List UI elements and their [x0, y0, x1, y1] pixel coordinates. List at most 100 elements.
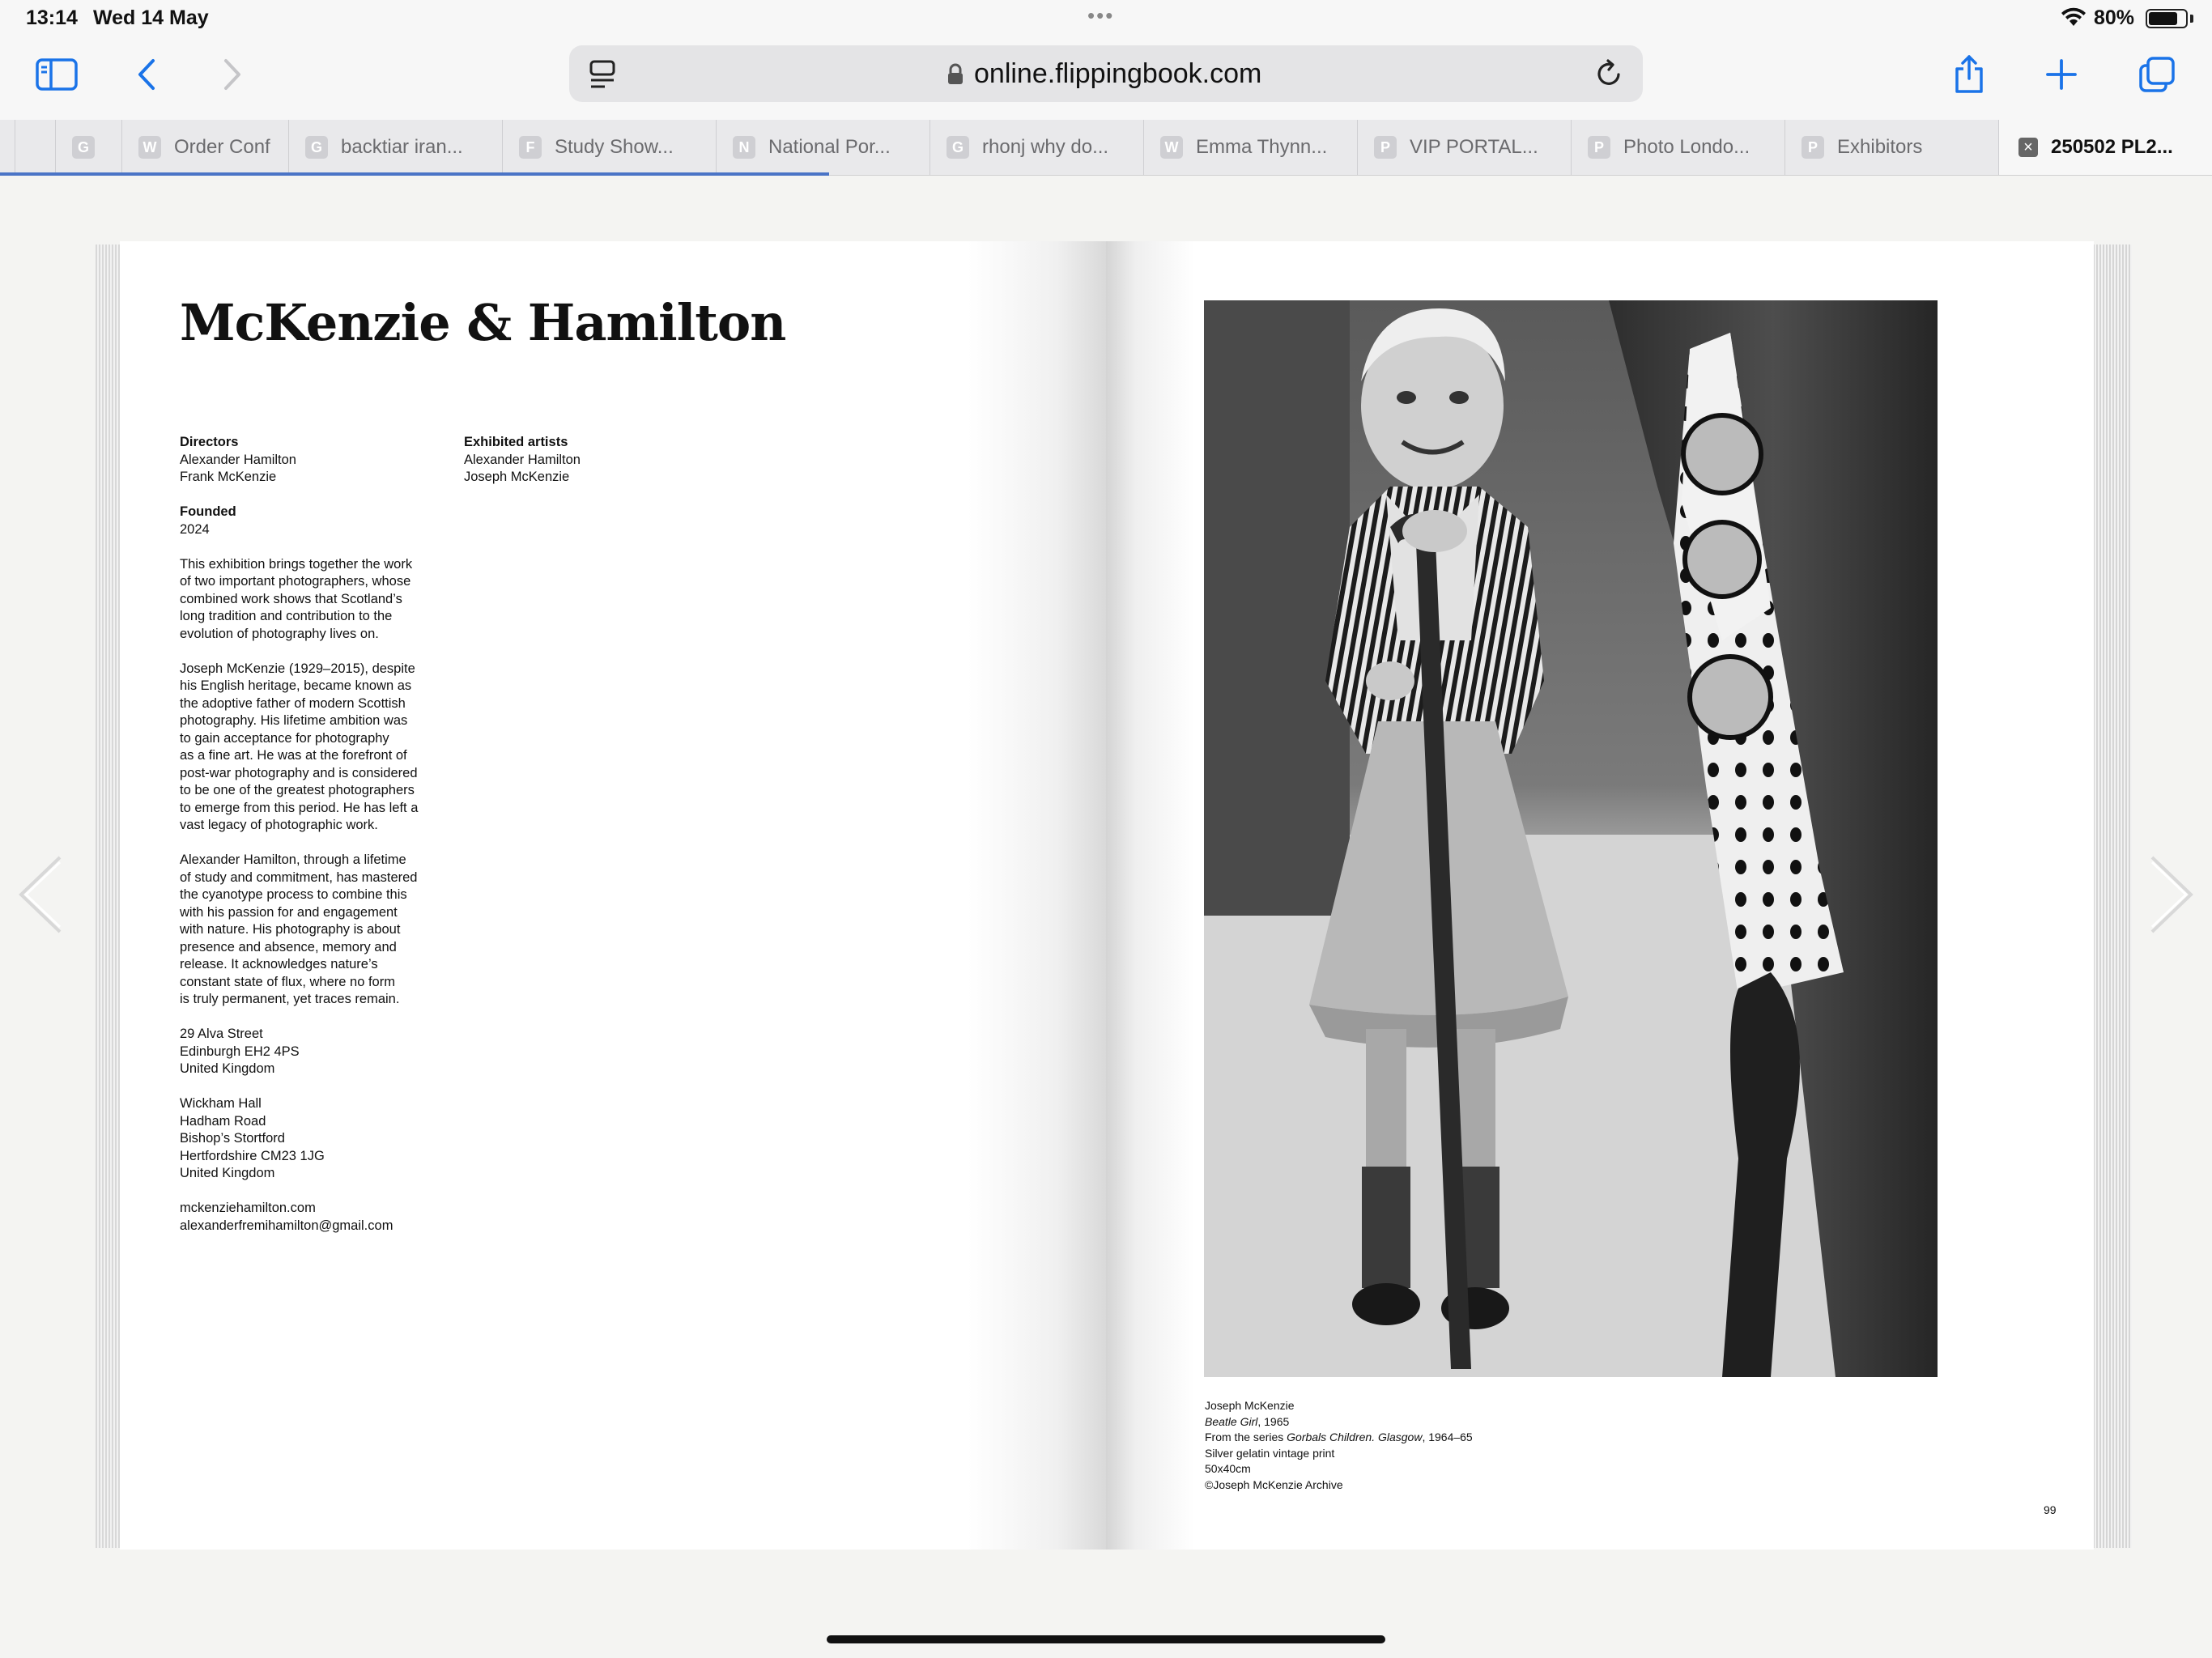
tab-favicon: W — [138, 136, 161, 159]
caption-title-line: Beatle Girl, 1965 — [1205, 1414, 1473, 1431]
text-line: Bishop’s Stortford — [180, 1131, 285, 1146]
text-line: his English heritage, became known as — [180, 678, 412, 693]
caption-series-prefix: From the series — [1205, 1431, 1287, 1443]
tab-label: Study Show... — [555, 136, 674, 158]
battery-level — [2149, 12, 2177, 25]
photograph-beatle-girl — [1204, 300, 1938, 1377]
text-line: evolution of photography lives on. — [180, 626, 379, 641]
page-menu-icon[interactable] — [589, 60, 616, 91]
artists-heading: Exhibited artists — [464, 435, 568, 449]
text-line: Alexander Hamilton, through a lifetime — [180, 852, 406, 867]
text-line: release. It acknowledges nature’s — [180, 957, 378, 971]
tab-label: VIP PORTAL... — [1410, 136, 1538, 158]
address-bar[interactable]: online.flippingbook.com — [569, 45, 1643, 102]
tab-11-active[interactable]: × 250502 PL2... — [1998, 120, 2212, 175]
caption-series-line: From the series Gorbals Children. Glasgo… — [1205, 1430, 1473, 1446]
tab-4[interactable]: F Study Show... — [502, 120, 716, 175]
text-line: presence and absence, memory and — [180, 939, 397, 954]
text-line: Hertfordshire CM23 1JG — [180, 1148, 325, 1163]
text-line: constant state of flux, where no form — [180, 974, 395, 989]
status-bar: 13:14 Wed 14 May ••• 80% — [0, 0, 2212, 39]
tab-label: National Por... — [768, 136, 891, 158]
founded-heading: Founded — [180, 504, 236, 519]
tab-overview-icon[interactable] — [2138, 55, 2176, 94]
book-page-stack-left — [96, 244, 121, 1548]
founded-year: 2024 — [180, 521, 210, 537]
tab-favicon: P — [1374, 136, 1397, 159]
text-line: long tradition and contribution to the — [180, 609, 393, 623]
text-line: as a fine art. He was at the forefront o… — [180, 748, 407, 763]
directors-heading: Directors — [180, 435, 239, 449]
url-text[interactable]: online.flippingbook.com — [974, 58, 1261, 90]
director-name: Alexander Hamilton — [180, 452, 296, 467]
tab-label: 250502 PL2... — [2051, 136, 2173, 158]
caption-credit: ©Joseph McKenzie Archive — [1205, 1477, 1343, 1491]
browser-toolbar: online.flippingbook.com — [0, 39, 2212, 120]
tab-0[interactable] — [15, 120, 55, 175]
text-line: post-war photography and is considered — [180, 765, 418, 780]
page-load-progress — [0, 172, 829, 176]
new-tab-icon[interactable] — [2044, 57, 2079, 92]
page-title: McKenzie & Hamilton — [180, 293, 786, 352]
lock-icon — [948, 63, 963, 84]
next-page-icon[interactable] — [2147, 854, 2196, 935]
battery-percent: 80% — [2094, 6, 2135, 29]
multitasking-dots-icon[interactable]: ••• — [1087, 3, 1114, 28]
previous-page-icon[interactable] — [16, 854, 65, 935]
tab-favicon: G — [305, 136, 328, 159]
home-indicator[interactable] — [827, 1635, 1385, 1643]
photo-caption: Joseph McKenzie Beatle Girl, 1965 From t… — [1205, 1398, 1473, 1493]
tab-7[interactable]: W Emma Thynn... — [1143, 120, 1357, 175]
website-link[interactable]: mckenziehamilton.com — [180, 1200, 447, 1218]
address-edinburgh: 29 Alva Street Edinburgh EH2 4PS United … — [180, 1026, 447, 1078]
text-line: vast legacy of photographic work. — [180, 818, 378, 832]
tab-8[interactable]: P VIP PORTAL... — [1357, 120, 1571, 175]
tab-9[interactable]: P Photo Londo... — [1571, 120, 1784, 175]
tab-2[interactable]: W Order Conf — [121, 120, 288, 175]
tab-3[interactable]: G backtiar iran... — [288, 120, 502, 175]
text-line: the adoptive father of modern Scottish — [180, 695, 406, 711]
caption-series-year: , 1964–65 — [1422, 1431, 1473, 1443]
tab-favicon: N — [733, 136, 755, 159]
caption-size: 50x40cm — [1205, 1462, 1251, 1475]
text-line: to be one of the greatest photographers — [180, 783, 415, 797]
tab-label: backtiar iran... — [341, 136, 463, 158]
artists-column: Exhibited artists Alexander Hamilton Jos… — [464, 434, 674, 487]
tab-6[interactable]: G rhonj why do... — [929, 120, 1143, 175]
tab-label: rhonj why do... — [982, 136, 1109, 158]
tab-10[interactable]: P Exhibitors — [1784, 120, 1998, 175]
text-line: to emerge from this period. He has left … — [180, 800, 419, 815]
tab-1[interactable]: G — [55, 120, 121, 175]
text-line: with nature. His photography is about — [180, 922, 401, 937]
tab-label: Photo Londo... — [1623, 136, 1750, 158]
page-number: 99 — [2044, 1503, 2057, 1516]
share-icon[interactable] — [1951, 53, 1987, 96]
tab-5[interactable]: N National Por... — [716, 120, 929, 175]
text-line: with his passion for and engagement — [180, 904, 398, 920]
text-line: Hadham Road — [180, 1113, 266, 1129]
reload-icon[interactable] — [1594, 58, 1623, 89]
battery-nub — [2190, 15, 2193, 23]
caption-work-year: , 1965 — [1257, 1414, 1290, 1428]
tab-favicon: W — [1160, 136, 1183, 159]
artist-name: Joseph McKenzie — [464, 470, 570, 484]
tab-label: Emma Thynn... — [1196, 136, 1328, 158]
wifi-icon — [2061, 7, 2086, 26]
caption-medium: Silver gelatin vintage print — [1205, 1446, 1335, 1460]
forward-icon[interactable] — [220, 57, 245, 92]
email-link[interactable]: alexanderfremihamilton@gmail.com — [180, 1218, 447, 1235]
text-line: the cyanotype process to combine this — [180, 887, 407, 902]
hamilton-paragraph: Alexander Hamilton, through a lifetime o… — [180, 852, 447, 1009]
text-line: United Kingdom — [180, 1166, 275, 1180]
caption-series: Gorbals Children. Glasgow — [1287, 1431, 1423, 1443]
back-icon[interactable] — [134, 57, 159, 92]
mckenzie-paragraph: Joseph McKenzie (1929–2015), despite his… — [180, 661, 447, 835]
address-wickham-hall: Wickham Hall Hadham Road Bishop’s Stortf… — [180, 1095, 447, 1183]
text-line: Wickham Hall — [180, 1096, 262, 1111]
text-line: 29 Alva Street — [180, 1027, 263, 1041]
battery-icon — [2146, 9, 2188, 28]
tab-bar: G W Order Conf G backtiar iran... F Stud… — [0, 120, 2212, 176]
text-line: Joseph McKenzie (1929–2015), despite — [180, 661, 415, 676]
tab-close-icon[interactable]: × — [2018, 138, 2038, 157]
sidebar-toggle-icon[interactable] — [34, 57, 79, 92]
